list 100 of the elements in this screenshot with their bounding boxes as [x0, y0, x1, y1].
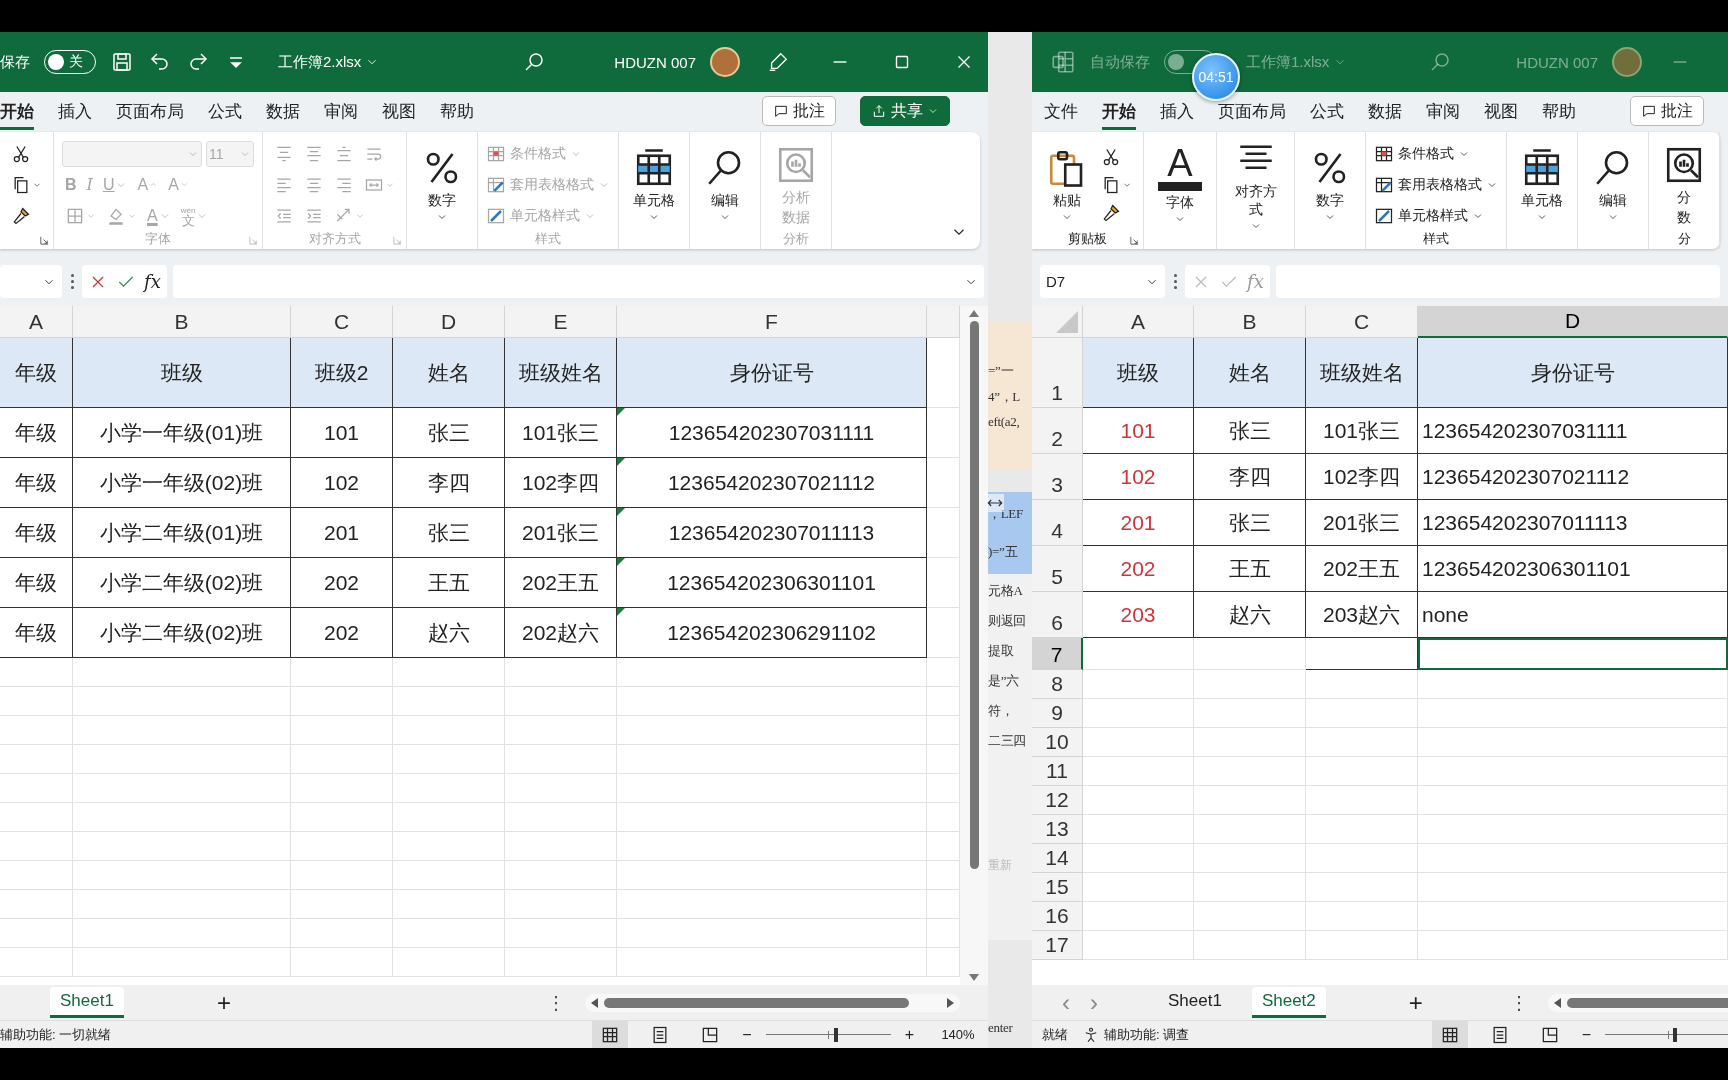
table-cell: 年级 [0, 558, 73, 608]
analyze-data-button[interactable]: 分 数 [1657, 143, 1711, 226]
column-header[interactable]: A [1083, 306, 1194, 338]
row-number[interactable]: 10 [1032, 728, 1083, 757]
ribbon-tab[interactable]: 插入 [1160, 92, 1194, 130]
row-number[interactable]: 12 [1032, 786, 1083, 815]
header-cell: 班级姓名 [1306, 338, 1418, 408]
accessibility-status[interactable]: 辅助功能: 调查 [1104, 1025, 1190, 1044]
row-number[interactable]: 16 [1032, 902, 1083, 931]
row-number[interactable]: 6 [1032, 592, 1083, 638]
column-header[interactable]: D [393, 306, 505, 338]
column-header[interactable]: A [0, 306, 73, 338]
row-number[interactable]: 1 [1032, 338, 1083, 408]
add-sheet-button[interactable]: + [1395, 988, 1436, 1017]
number-format-button[interactable]: 数字 [1303, 146, 1357, 223]
horizontal-scrollbar[interactable] [1548, 993, 1728, 1012]
ribbon-tab[interactable]: 视图 [1484, 92, 1518, 130]
sheet-tab[interactable]: Sheet2 [1251, 987, 1326, 1018]
cells-button[interactable]: 单元格 [1515, 146, 1569, 223]
dialog-launcher-icon[interactable] [1129, 235, 1140, 246]
header-cell: 身份证号 [617, 338, 927, 408]
share-icon [871, 103, 887, 119]
zoom-out-button[interactable]: − [742, 1025, 752, 1044]
editing-button[interactable]: 编辑 [698, 146, 752, 223]
dialog-launcher-icon[interactable] [39, 235, 50, 246]
cells-button[interactable]: 单元格 [627, 146, 681, 223]
table-cell: 张三 [393, 408, 505, 458]
header-cell: 班级2 [291, 338, 393, 408]
insert-function-button[interactable]: fx [144, 271, 161, 292]
pen-icon[interactable] [767, 51, 789, 73]
ribbon-tab[interactable]: 审阅 [1426, 92, 1460, 130]
ribbon-tab[interactable]: 帮助 [440, 92, 474, 130]
horizontal-scrollbar[interactable] [585, 993, 960, 1012]
comments-button[interactable]: 批注 [762, 96, 836, 126]
sheet-tab[interactable]: Sheet1 [50, 987, 124, 1018]
alignment-button[interactable]: 对齐方式 [1225, 138, 1286, 232]
zoom-level[interactable]: 140% [928, 1027, 988, 1042]
column-header[interactable]: B [73, 306, 291, 338]
ribbon-tab[interactable]: 文件 [1044, 92, 1078, 130]
ribbon-tab[interactable]: 插入 [58, 92, 92, 130]
row-number[interactable]: 11 [1032, 757, 1083, 786]
font-button[interactable]: A 字体 [1152, 144, 1208, 225]
ribbon-tab[interactable]: 公式 [1310, 92, 1344, 130]
status-text: 就绪 [1042, 1025, 1068, 1044]
column-header[interactable]: F [617, 306, 927, 338]
ribbon-tab[interactable]: 审阅 [324, 92, 358, 130]
row-number[interactable]: 2 [1032, 408, 1083, 454]
ribbon-tab[interactable]: 视图 [382, 92, 416, 130]
column-header[interactable]: E [505, 306, 617, 338]
column-header[interactable]: B [1194, 306, 1306, 338]
paste-button[interactable]: 粘贴 [1040, 146, 1094, 223]
active-cell[interactable] [1418, 638, 1728, 670]
row-number[interactable]: 7 [1032, 638, 1083, 670]
number-format-button[interactable]: 数字 [415, 146, 469, 223]
ribbon-tab[interactable]: 公式 [208, 92, 242, 130]
table-cell: 李四 [1194, 454, 1306, 500]
table-cell: 123654202307031111 [1418, 408, 1728, 454]
sheet-tab[interactable]: Sheet1 [1158, 987, 1232, 1018]
comments-button[interactable]: 批注 [1630, 96, 1704, 126]
zoom-out-button[interactable]: − [1581, 1025, 1591, 1044]
column-header[interactable]: C [1306, 306, 1418, 338]
ribbon-tab[interactable]: 数据 [266, 92, 300, 130]
row-number[interactable]: 5 [1032, 546, 1083, 592]
ribbon-tab[interactable]: 帮助 [1542, 92, 1576, 130]
filename-dropdown[interactable]: 工作簿2.xlsx [278, 52, 380, 72]
more-button[interactable]: ⋮ [547, 991, 565, 1014]
save-icon[interactable] [110, 50, 134, 74]
editing-button[interactable]: 编辑 [1586, 146, 1640, 223]
table-cell: 101 [291, 408, 393, 458]
row-number[interactable]: 15 [1032, 873, 1083, 902]
table-cell: 张三 [393, 508, 505, 558]
row-number[interactable]: 17 [1032, 931, 1083, 960]
share-button[interactable]: 共享 [860, 96, 950, 126]
vertical-scrollbar[interactable] [960, 306, 988, 985]
row-number[interactable]: 4 [1032, 500, 1083, 546]
column-header[interactable]: D [1418, 306, 1728, 338]
table-cell: 123654202306291102 [617, 608, 927, 658]
text-fragment: 则返回 [988, 612, 1027, 630]
table-cell: 201张三 [505, 508, 617, 558]
ribbon-tab[interactable]: 页面布局 [116, 92, 184, 130]
row-number[interactable]: 14 [1032, 844, 1083, 873]
more-button[interactable]: ⋮ [1510, 991, 1528, 1014]
user-name[interactable]: HDUZN 007 [614, 53, 696, 71]
table-cell: 123654202307011113 [617, 508, 927, 558]
zoom-in-button[interactable]: + [904, 1025, 914, 1044]
conditional-format-button[interactable]: 条件格式 [1374, 140, 1470, 167]
avatar-icon[interactable] [710, 47, 740, 77]
cell-style-button[interactable]: 单元格样式 [1374, 202, 1484, 229]
add-sheet-button[interactable]: + [203, 988, 244, 1017]
name-box[interactable]: D7 [1040, 265, 1165, 298]
row-number[interactable]: 3 [1032, 454, 1083, 500]
formula-input[interactable] [172, 265, 984, 298]
row-number[interactable]: 9 [1032, 699, 1083, 728]
header-cell: 年级 [0, 338, 73, 408]
table-format-button[interactable]: 套用表格格式 [1374, 171, 1498, 198]
row-number[interactable]: 13 [1032, 815, 1083, 844]
column-header[interactable]: C [291, 306, 393, 338]
ribbon-tab[interactable]: 数据 [1368, 92, 1402, 130]
row-number[interactable]: 8 [1032, 670, 1083, 699]
table-cell: 张三 [1194, 500, 1306, 546]
